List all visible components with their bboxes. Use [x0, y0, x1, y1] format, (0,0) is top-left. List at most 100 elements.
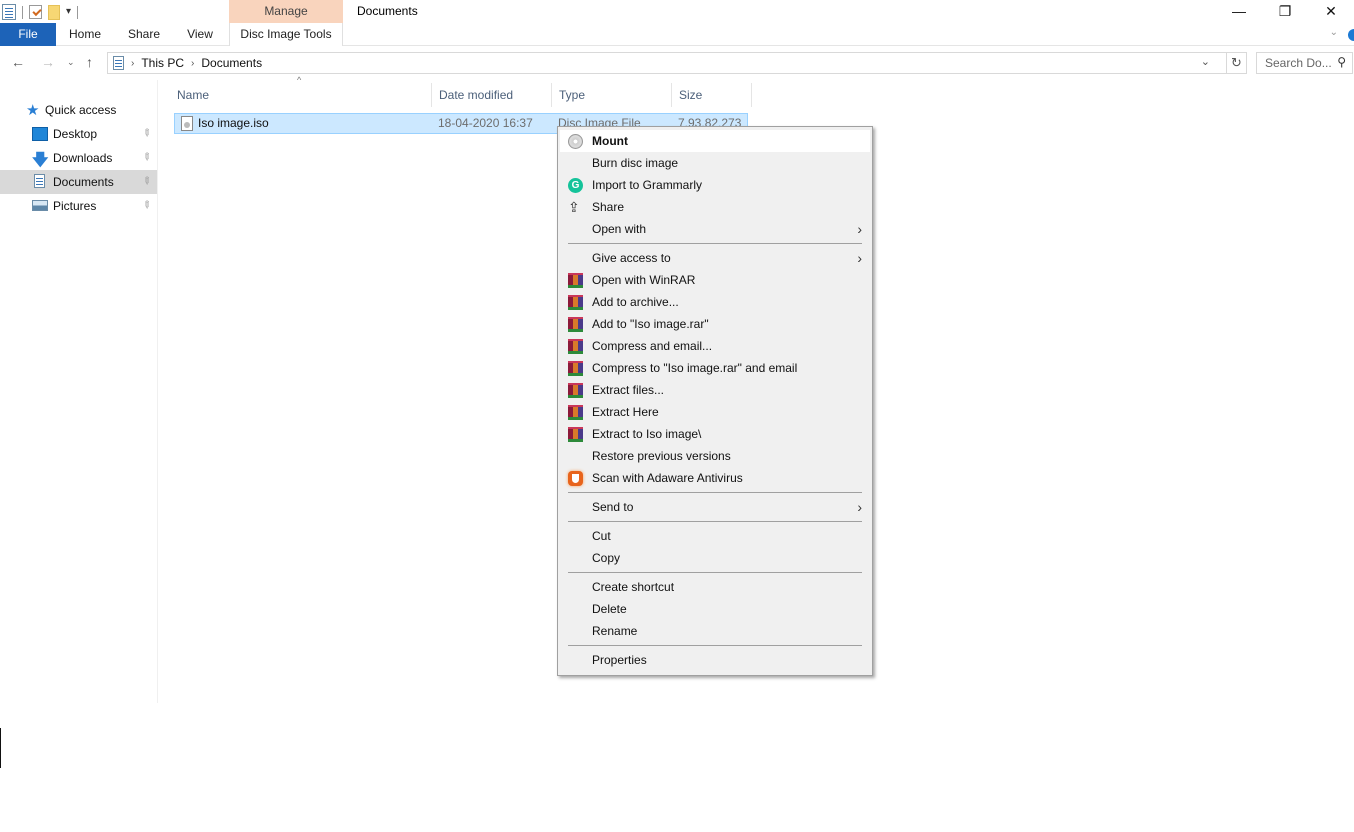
- nav-item-desktop[interactable]: Desktop ✎: [0, 122, 157, 146]
- pin-icon[interactable]: ✎: [139, 175, 153, 189]
- documents-icon: [34, 174, 45, 188]
- search-input[interactable]: Search Do... ⚲: [1256, 52, 1353, 74]
- new-folder-icon[interactable]: [48, 4, 60, 20]
- menu-item-open-with[interactable]: Open with ›: [558, 218, 872, 240]
- menu-label: Mount: [592, 134, 628, 148]
- menu-label: Extract files...: [592, 383, 665, 397]
- menu-item-import-to-grammarly[interactable]: G Import to Grammarly: [558, 174, 872, 196]
- tab-file[interactable]: File: [0, 23, 56, 46]
- menu-item-create-shortcut[interactable]: Create shortcut: [558, 576, 872, 598]
- menu-label: Delete: [592, 602, 627, 616]
- properties-icon[interactable]: [29, 5, 42, 19]
- customize-toolbar-icon[interactable]: ▾: [66, 7, 71, 17]
- menu-item-compress-and-email[interactable]: Compress and email...: [558, 335, 872, 357]
- pin-icon[interactable]: ✎: [139, 199, 153, 213]
- menu-item-cut[interactable]: Cut: [558, 525, 872, 547]
- address-bar[interactable]: › This PC › Documents ⌄: [107, 52, 1227, 74]
- quick-access-toolbar: ▾: [2, 3, 79, 21]
- menu-label: Open with: [592, 222, 647, 236]
- nav-item-downloads[interactable]: 🡇 Downloads ✎: [0, 146, 157, 170]
- submenu-arrow-icon: ›: [857, 221, 862, 237]
- nav-item-documents[interactable]: Documents ✎: [0, 170, 157, 194]
- back-button[interactable]: ←: [11, 54, 25, 70]
- menu-item-send-to[interactable]: Send to ›: [558, 496, 872, 518]
- manage-tab-header: Manage: [229, 0, 343, 23]
- submenu-arrow-icon: ›: [857, 250, 862, 266]
- menu-item-give-access-to[interactable]: Give access to ›: [558, 247, 872, 269]
- menu-item-properties[interactable]: Properties: [558, 649, 872, 671]
- help-icon[interactable]: [1348, 29, 1354, 41]
- column-header-size[interactable]: Size: [672, 83, 752, 107]
- menu-item-mount[interactable]: Mount: [560, 130, 870, 152]
- menu-label: Give access to: [592, 251, 671, 265]
- file-name[interactable]: Iso image.iso: [198, 116, 269, 130]
- maximize-button[interactable]: ❐: [1262, 0, 1308, 22]
- navigation-pane: ★ Quick access Desktop ✎ 🡇 Downloads ✎ D…: [0, 98, 157, 218]
- address-dropdown-icon[interactable]: ⌄: [1201, 55, 1210, 68]
- menu-item-share[interactable]: ⇪ Share: [558, 196, 872, 218]
- column-header-date-modified[interactable]: Date modified: [432, 83, 552, 107]
- menu-item-compress-to-rar-and-email[interactable]: Compress to "Iso image.rar" and email: [558, 357, 872, 379]
- menu-label: Extract to Iso image\: [592, 427, 702, 441]
- pin-icon[interactable]: ✎: [139, 151, 153, 165]
- menu-item-rename[interactable]: Rename: [558, 620, 872, 642]
- breadcrumb-separator[interactable]: ›: [131, 58, 134, 69]
- submenu-arrow-icon: ›: [857, 499, 862, 515]
- breadcrumb-separator[interactable]: ›: [191, 58, 194, 69]
- menu-item-add-to-archive[interactable]: Add to archive...: [558, 291, 872, 313]
- forward-button[interactable]: →: [41, 54, 55, 70]
- menu-item-scan-adaware[interactable]: Scan with Adaware Antivirus: [558, 467, 872, 489]
- disc-icon: [568, 134, 583, 149]
- recent-locations-button[interactable]: ⌄: [67, 57, 75, 68]
- menu-label: Properties: [592, 653, 647, 667]
- menu-label: Send to: [592, 500, 634, 514]
- nav-quick-access[interactable]: ★ Quick access: [0, 98, 157, 122]
- window-controls: — ❐ ✕: [1216, 0, 1354, 22]
- toolbar-divider: [22, 5, 23, 19]
- column-header-name[interactable]: Name: [170, 83, 432, 107]
- expand-ribbon-icon[interactable]: ⌄: [1330, 27, 1338, 38]
- toolbar-divider: [77, 5, 79, 19]
- tab-view[interactable]: View: [178, 23, 222, 46]
- menu-item-extract-files[interactable]: Extract files...: [558, 379, 872, 401]
- menu-separator: [568, 243, 862, 244]
- pictures-icon: [32, 200, 48, 211]
- menu-label: Restore previous versions: [592, 449, 731, 463]
- minimize-button[interactable]: —: [1216, 0, 1262, 22]
- column-header-type[interactable]: Type: [552, 83, 672, 107]
- menu-item-extract-to-folder[interactable]: Extract to Iso image\: [558, 423, 872, 445]
- nav-item-pictures[interactable]: Pictures ✎: [0, 194, 157, 218]
- nav-label: Desktop: [53, 127, 98, 141]
- breadcrumb-documents[interactable]: Documents: [201, 56, 262, 70]
- search-icon[interactable]: ⚲: [1337, 55, 1346, 69]
- tab-share[interactable]: Share: [122, 23, 166, 46]
- share-icon: ⇪: [568, 199, 580, 215]
- tab-disc-image-tools[interactable]: Disc Image Tools: [229, 23, 343, 46]
- winrar-icon: [568, 405, 583, 420]
- context-menu: Mount Burn disc image G Import to Gramma…: [557, 126, 873, 676]
- refresh-button[interactable]: ↻: [1227, 52, 1247, 74]
- menu-label: Create shortcut: [592, 580, 675, 594]
- breadcrumb-this-pc[interactable]: This PC: [141, 56, 184, 70]
- tab-home[interactable]: Home: [60, 23, 110, 46]
- nav-label: Quick access: [45, 103, 117, 117]
- winrar-icon: [568, 427, 583, 442]
- title-bar: ▾ Manage Documents — ❐ ✕: [0, 0, 1354, 23]
- window-title: Documents: [357, 4, 418, 18]
- menu-label: Import to Grammarly: [592, 178, 703, 192]
- nav-label: Documents: [53, 175, 114, 189]
- up-button[interactable]: ↑: [86, 54, 93, 70]
- menu-item-add-to-rar[interactable]: Add to "Iso image.rar": [558, 313, 872, 335]
- menu-item-delete[interactable]: Delete: [558, 598, 872, 620]
- menu-item-copy[interactable]: Copy: [558, 547, 872, 569]
- adaware-shield-icon: [568, 471, 583, 486]
- menu-item-extract-here[interactable]: Extract Here: [558, 401, 872, 423]
- pin-icon[interactable]: ✎: [139, 127, 153, 141]
- winrar-icon: [568, 339, 583, 354]
- menu-item-restore-previous-versions[interactable]: Restore previous versions: [558, 445, 872, 467]
- menu-separator: [568, 645, 862, 646]
- menu-item-open-with-winrar[interactable]: Open with WinRAR: [558, 269, 872, 291]
- nav-pane-divider[interactable]: [157, 80, 158, 703]
- close-button[interactable]: ✕: [1308, 0, 1354, 22]
- menu-item-burn-disc-image[interactable]: Burn disc image: [558, 152, 872, 174]
